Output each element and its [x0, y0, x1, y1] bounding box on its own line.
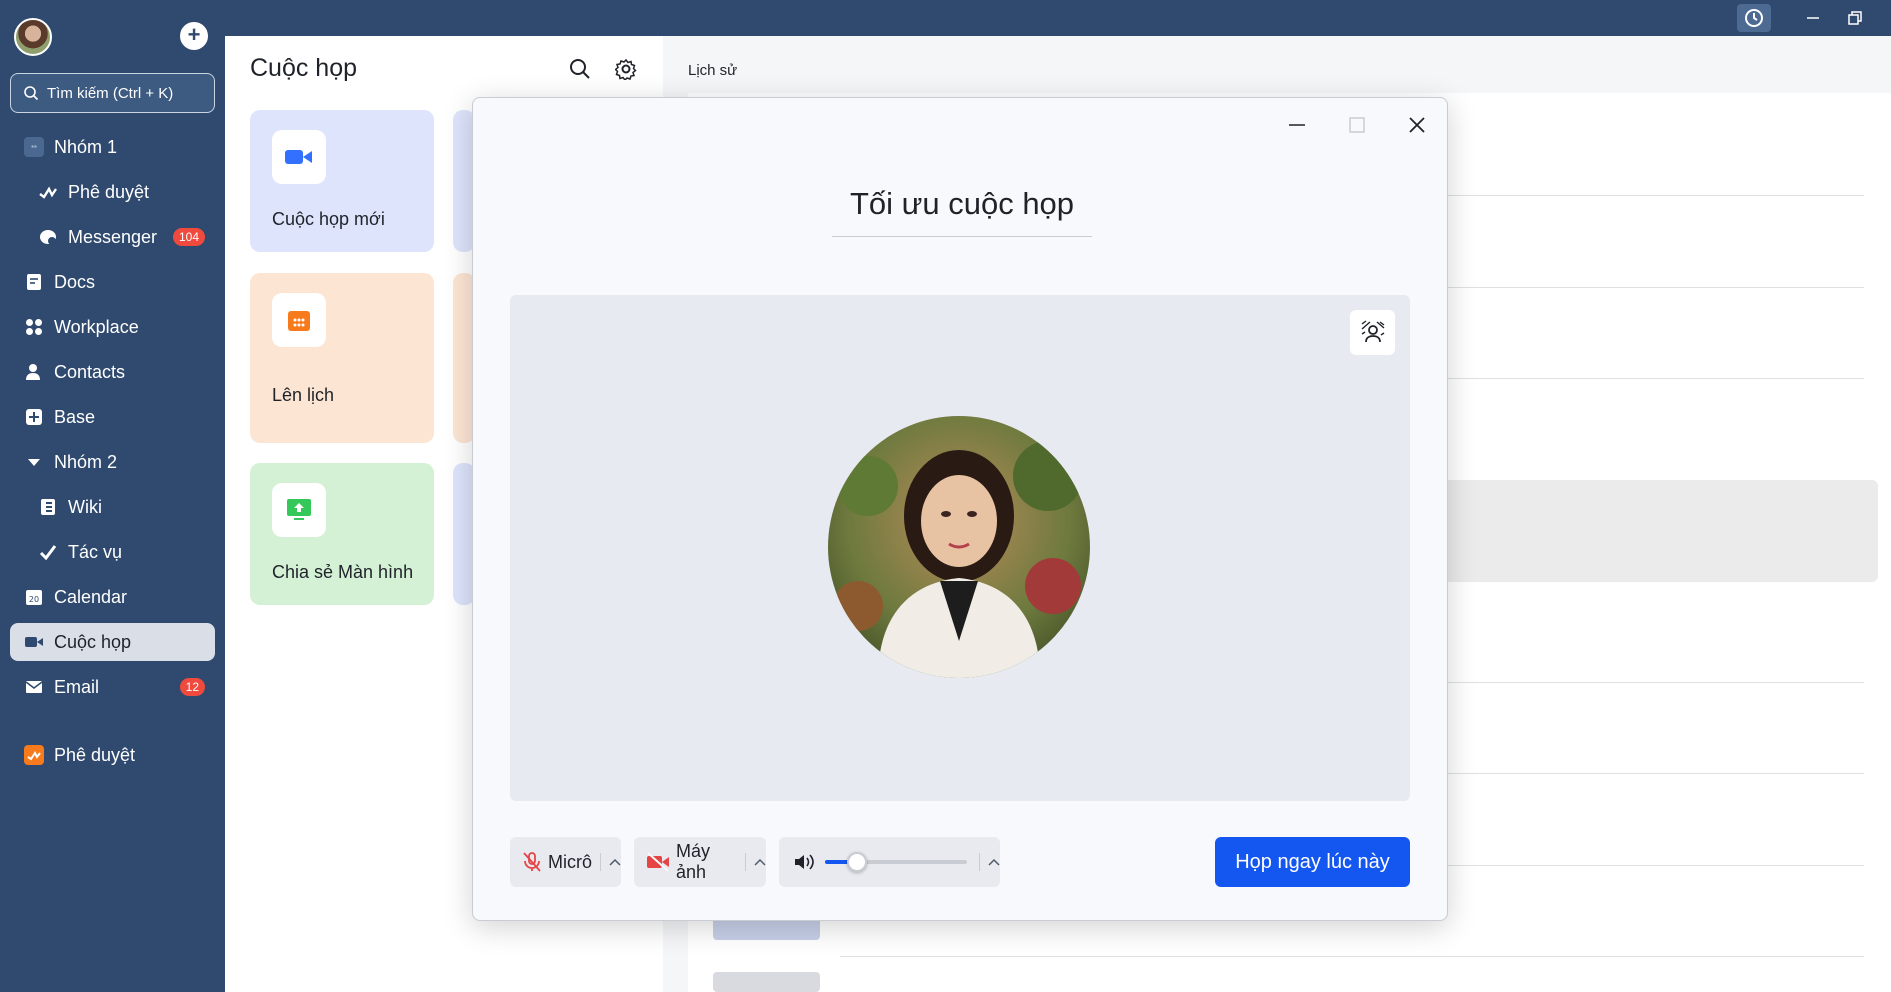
video-camera-icon — [24, 632, 44, 652]
workplace-icon — [24, 317, 44, 337]
sidebar-item-workplace[interactable]: Workplace — [10, 308, 215, 346]
messenger-icon — [38, 227, 58, 247]
sidebar-item-nhom-2[interactable]: Nhóm 2 — [10, 443, 215, 481]
sidebar-item-label: Nhóm 2 — [54, 451, 118, 472]
add-icon[interactable]: + — [180, 22, 208, 50]
sidebar-item-tac-vu[interactable]: Tác vụ — [10, 533, 215, 571]
camera-preview — [510, 295, 1410, 801]
page-title: Cuộc họp — [250, 54, 358, 82]
sidebar-item-label: Messenger — [68, 226, 158, 247]
sidebar-item-label: Workplace — [54, 316, 139, 337]
chevron-up-icon[interactable] — [988, 858, 1000, 866]
history-label: Lịch sử — [688, 62, 738, 79]
task-icon — [38, 542, 58, 562]
minimize-window-icon[interactable] — [1796, 4, 1830, 32]
sidebar-item-label: Cuộc họp — [54, 631, 132, 652]
maximize-icon[interactable] — [1337, 110, 1377, 140]
gear-icon[interactable] — [613, 56, 639, 82]
sidebar-item-label: Phê duyệt — [68, 181, 150, 202]
meeting-optimize-dialog: Tối ưu cuộc họp Micrô Máy ảnh Họp ngay l… — [472, 97, 1448, 921]
approval-app-icon — [24, 745, 44, 765]
chevron-up-icon[interactable] — [609, 858, 621, 866]
volume-knob[interactable] — [847, 852, 867, 872]
unread-badge: 12 — [179, 678, 205, 696]
search-icon — [24, 86, 39, 101]
share-screen-icon — [272, 483, 326, 537]
chevron-down-icon — [24, 452, 44, 472]
mic-off-icon — [522, 851, 542, 873]
svg-text:20: 20 — [29, 595, 39, 604]
history-thumbnail — [713, 972, 820, 992]
sidebar-item-label: Tác vụ — [68, 541, 123, 562]
speaker-icon — [793, 852, 815, 872]
sidebar-item-phe-duyet-app[interactable]: Phê duyệt — [10, 736, 215, 774]
group-icon: ▪▪ — [24, 137, 44, 157]
share-screen-card[interactable]: Chia sẻ Màn hình — [250, 463, 434, 605]
title-underline — [832, 236, 1092, 237]
volume-slider[interactable] — [825, 852, 968, 872]
sidebar: + Tìm kiếm (Ctrl + K) ▪▪ Nhóm 1 Phê duyệ… — [0, 0, 225, 992]
sidebar-item-wiki[interactable]: Wiki — [10, 488, 215, 526]
sidebar-item-label: Phê duyệt — [54, 744, 136, 765]
history-icon[interactable] — [1737, 4, 1771, 32]
approval-icon — [38, 182, 58, 202]
sidebar-item-label: Email — [54, 676, 100, 697]
sidebar-item-label: Docs — [54, 271, 96, 292]
sidebar-item-nhom-1[interactable]: ▪▪ Nhóm 1 — [10, 128, 215, 166]
sidebar-item-email[interactable]: Email 12 — [10, 668, 215, 706]
schedule-card[interactable]: Lên lịch — [250, 273, 434, 443]
sidebar-item-label: Nhóm 1 — [54, 136, 118, 157]
sidebar-item-cuoc-hop[interactable]: Cuộc họp — [10, 623, 215, 661]
wiki-icon — [38, 497, 58, 517]
camera-off-icon — [646, 852, 670, 872]
camera-control[interactable]: Máy ảnh — [634, 837, 766, 887]
base-icon — [24, 407, 44, 427]
background-effects-icon[interactable] — [1350, 310, 1395, 355]
dialog-title: Tối ưu cuộc họp — [849, 186, 1075, 221]
camera-label: Máy ảnh — [676, 841, 711, 882]
sidebar-item-contacts[interactable]: Contacts — [10, 353, 215, 391]
mic-label: Micrô — [548, 851, 592, 872]
calendar-icon: 20 — [24, 587, 44, 607]
sidebar-item-phe-duyet[interactable]: Phê duyệt — [10, 173, 215, 211]
participant-avatar — [828, 416, 1090, 678]
chevron-up-icon[interactable] — [754, 858, 766, 866]
sidebar-item-base[interactable]: Base — [10, 398, 215, 436]
speaker-control[interactable] — [779, 837, 1000, 887]
calendar-icon — [272, 293, 326, 347]
mic-control[interactable]: Micrô — [510, 837, 621, 887]
search-placeholder: Tìm kiếm (Ctrl + K) — [47, 84, 174, 102]
contacts-icon — [24, 362, 44, 382]
history-row-selected[interactable] — [1440, 480, 1878, 582]
sidebar-item-messenger[interactable]: Messenger 104 — [10, 218, 215, 256]
sidebar-item-label: Calendar — [54, 586, 128, 607]
docs-icon — [24, 272, 44, 292]
video-camera-icon — [272, 130, 326, 184]
card-label: Cuộc họp mới — [272, 209, 385, 229]
card-label: Chia sẻ Màn hình — [272, 562, 414, 582]
search-icon[interactable] — [567, 56, 593, 82]
unread-badge: 104 — [172, 228, 205, 246]
card-label: Lên lịch — [272, 385, 335, 405]
user-avatar[interactable] — [14, 18, 52, 56]
close-icon[interactable] — [1397, 110, 1437, 140]
sidebar-item-label: Contacts — [54, 361, 126, 382]
search-input[interactable]: Tìm kiếm (Ctrl + K) — [10, 73, 215, 113]
sidebar-item-docs[interactable]: Docs — [10, 263, 215, 301]
new-meeting-card[interactable]: Cuộc họp mới — [250, 110, 434, 252]
restore-window-icon[interactable] — [1838, 4, 1872, 32]
minimize-icon[interactable] — [1277, 110, 1317, 140]
sidebar-item-label: Wiki — [68, 496, 102, 517]
sidebar-item-label: Base — [54, 406, 96, 427]
join-now-button[interactable]: Họp ngay lúc này — [1215, 837, 1410, 887]
sidebar-item-calendar[interactable]: 20 Calendar — [10, 578, 215, 616]
divider — [840, 956, 1864, 957]
title-bar — [0, 0, 1891, 36]
mail-icon — [24, 677, 44, 697]
